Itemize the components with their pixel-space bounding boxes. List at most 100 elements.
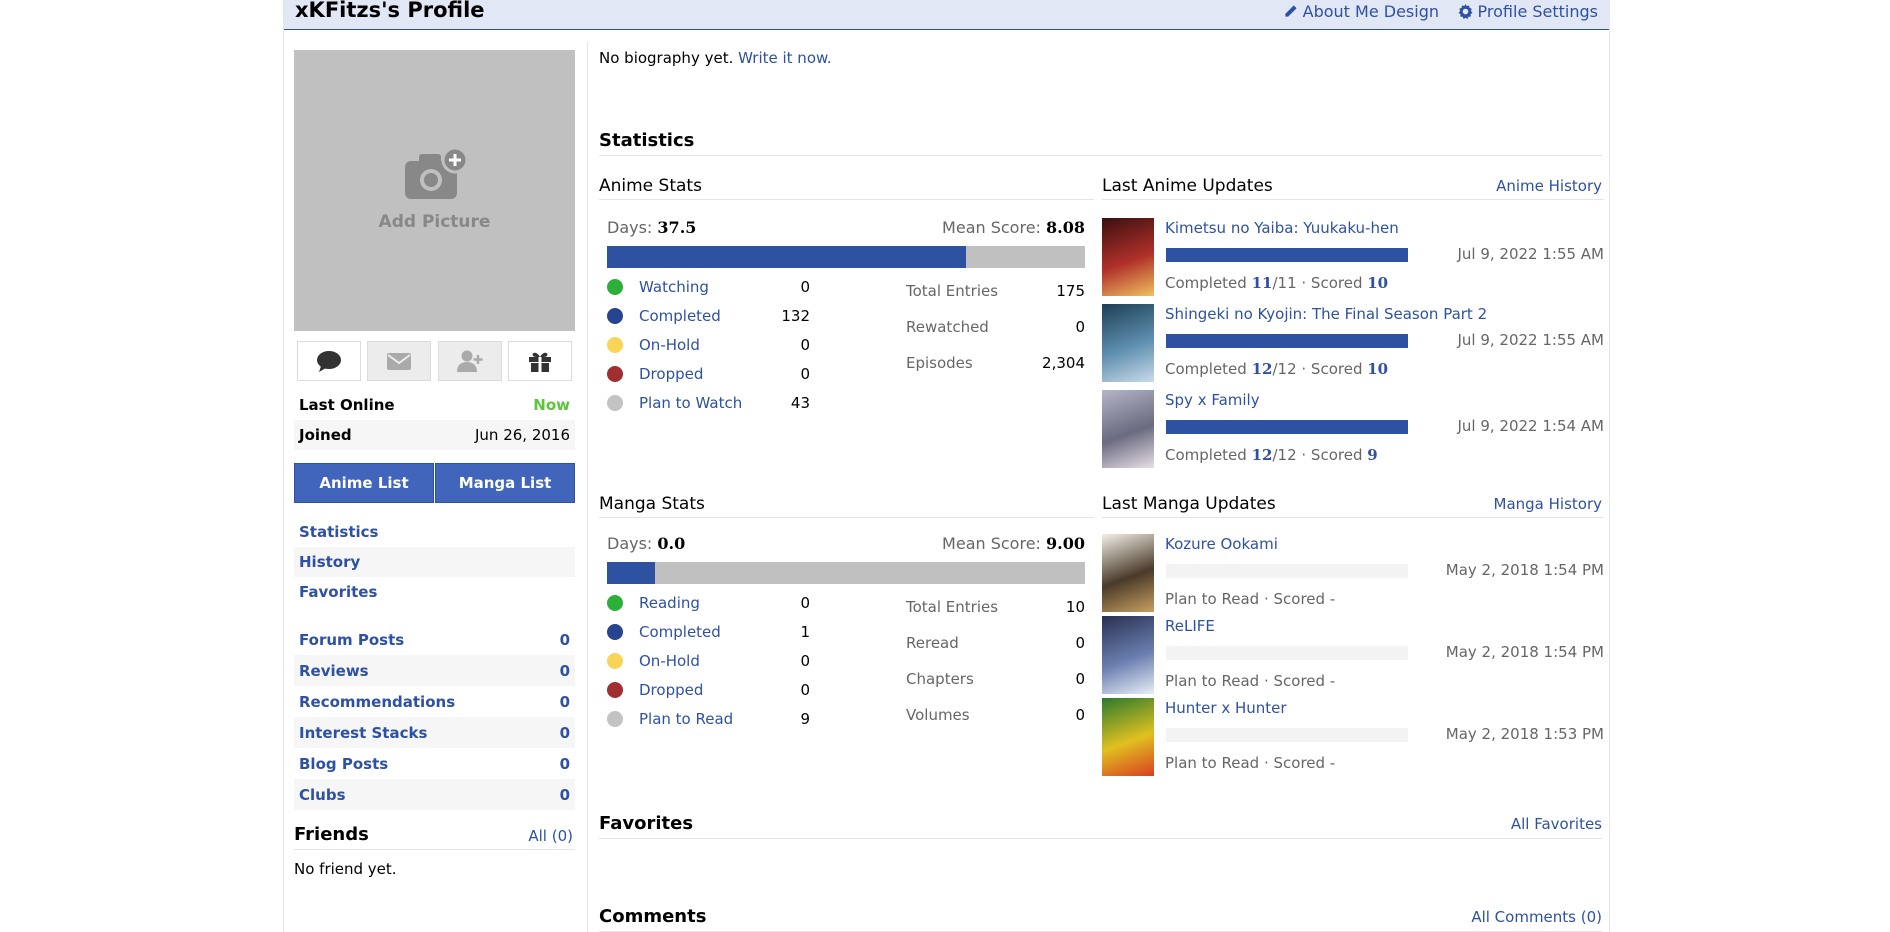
cover-thumbnail[interactable] [1102, 390, 1154, 468]
stat-link-dropped[interactable]: Dropped [607, 681, 703, 699]
add-friend-icon [456, 350, 483, 372]
update-progress-fill [1166, 248, 1408, 262]
update-status: Plan to Read · Scored - [1165, 754, 1336, 772]
update-title-link[interactable]: ReLIFE [1165, 617, 1215, 635]
write-bio-link[interactable]: Write it now. [738, 49, 832, 67]
pencil-icon [1284, 5, 1297, 17]
manga-update-item: Kozure Ookami May 2, 2018 1:54 PM Plan to … [1102, 534, 1604, 612]
update-progress-bar [1166, 564, 1408, 578]
update-progress-bar [1166, 334, 1408, 348]
update-status: Plan to Read · Scored - [1165, 672, 1336, 690]
cover-thumbnail[interactable] [1102, 304, 1154, 382]
add-picture-button[interactable]: Add Picture [294, 50, 575, 331]
cover-thumbnail[interactable] [1102, 698, 1154, 776]
friends-header: Friends All (0) [294, 824, 575, 845]
profile-actions [297, 341, 572, 381]
manga-history-link[interactable]: Manga History [1494, 495, 1603, 513]
stat-link-completed[interactable]: Completed [607, 623, 721, 641]
update-progress-fill [1166, 334, 1408, 348]
column-divider [587, 42, 588, 932]
all-comments-link[interactable]: All Comments (0) [1471, 908, 1602, 926]
update-progress-bar [1166, 646, 1408, 660]
update-date: Jul 9, 2022 1:55 AM [1457, 331, 1604, 349]
stat-link-plan-to-watch[interactable]: Plan to Watch [607, 394, 742, 412]
update-title-link[interactable]: Shingeki no Kyojin: The Final Season Par… [1165, 305, 1487, 323]
forum-posts-link[interactable]: Forum Posts 0 [294, 624, 575, 655]
online-status: Now [533, 396, 570, 414]
blog-posts-link[interactable]: Blog Posts 0 [294, 748, 575, 779]
update-title-link[interactable]: Spy x Family [1165, 391, 1260, 409]
about-me-design-link[interactable]: About Me Design [1283, 2, 1439, 21]
manga-completed-fill [607, 562, 655, 584]
stat-link-dropped[interactable]: Dropped [607, 365, 703, 383]
stat-link-on-hold[interactable]: On-Hold [607, 336, 700, 354]
total-row-reread: Reread 0 [906, 634, 1085, 652]
update-title-link[interactable]: Kimetsu no Yaiba: Yuukaku-hen [1165, 219, 1399, 237]
status-dot-icon [607, 336, 623, 353]
update-status: Completed 12/12 · Scored 10 [1165, 360, 1389, 378]
stat-link-completed[interactable]: Completed [607, 307, 721, 325]
comment-icon [317, 351, 341, 372]
clubs-link[interactable]: Clubs 0 [294, 779, 575, 810]
total-row-total-entries: Total Entries 175 [906, 282, 1085, 300]
gift-icon [528, 352, 551, 372]
profile-nav: Statistics History Favorites [294, 517, 575, 607]
nav-history[interactable]: History [294, 547, 575, 577]
stat-value: 0 [800, 593, 810, 612]
update-date: Jul 9, 2022 1:54 AM [1457, 417, 1604, 435]
status-dot-icon [607, 710, 623, 727]
last-online-row: Last Online Now [299, 396, 570, 414]
left-sidebar: Add Picture Last Online Now Joined Jun 2… [294, 50, 575, 888]
manga-update-item: Hunter x Hunter May 2, 2018 1:53 PM Plan t… [1102, 698, 1604, 776]
interest-stacks-link[interactable]: Interest Stacks 0 [294, 717, 575, 748]
nav-favorites[interactable]: Favorites [294, 577, 575, 607]
message-button[interactable] [367, 341, 432, 381]
biography: No biography yet. Write it now. [599, 49, 832, 67]
update-progress-bar [1166, 420, 1408, 434]
update-title-link[interactable]: Hunter x Hunter [1165, 699, 1287, 717]
manga-days: Days: 0.0 [607, 534, 686, 553]
update-date: May 2, 2018 1:54 PM [1445, 643, 1604, 661]
status-dot-icon [607, 394, 623, 411]
stat-row-completed: Completed 1 [607, 617, 810, 646]
stat-row-completed: Completed 132 [607, 301, 810, 330]
total-row-episodes: Episodes 2,304 [906, 354, 1085, 372]
manga-mean-score: Mean Score: 9.00 [942, 534, 1085, 553]
profile-header: xKFitzs's Profile About Me Design Profil… [284, 0, 1609, 30]
all-favorites-link[interactable]: All Favorites [1511, 815, 1602, 833]
cover-thumbnail[interactable] [1102, 218, 1154, 296]
profile-settings-link[interactable]: Profile Settings [1458, 2, 1598, 21]
joined-date: Jun 26, 2016 [474, 426, 570, 444]
total-row-rewatched: Rewatched 0 [906, 318, 1085, 336]
last-anime-updates-heading: Last Anime Updates Anime History [1102, 176, 1604, 200]
stat-row-reading: Reading 0 [607, 588, 810, 617]
stat-value: 43 [790, 393, 810, 412]
stat-link-on-hold[interactable]: On-Hold [607, 652, 700, 670]
anime-days: Days: 37.5 [607, 218, 697, 237]
anime-history-link[interactable]: Anime History [1496, 177, 1602, 195]
stat-link-plan-to-read[interactable]: Plan to Read [607, 710, 733, 728]
manga-list-button[interactable]: Manga List [435, 463, 575, 503]
all-friends-link[interactable]: All (0) [528, 827, 573, 845]
stat-link-watching[interactable]: Watching [607, 278, 709, 296]
cover-thumbnail[interactable] [1102, 616, 1154, 694]
update-progress-fill [1166, 420, 1408, 434]
anime-stats: Days: 37.5 Mean Score: 8.08 Watching 0 Com… [607, 218, 1085, 412]
anime-list-button[interactable]: Anime List [294, 463, 434, 503]
anime-update-item: Shingeki no Kyojin: The Final Season Par… [1102, 304, 1604, 382]
status-dot-icon [607, 278, 623, 295]
stat-row-dropped: Dropped 0 [607, 359, 810, 388]
status-dot-icon [607, 652, 623, 669]
gift-button[interactable] [507, 341, 572, 381]
comment-button[interactable] [297, 341, 361, 381]
nav-statistics[interactable]: Statistics [294, 517, 575, 547]
anime-stats-heading: Anime Stats [599, 176, 1094, 200]
add-friend-button[interactable] [437, 341, 502, 381]
reviews-link[interactable]: Reviews 0 [294, 655, 575, 686]
stat-link-reading[interactable]: Reading [607, 594, 700, 612]
recommendations-link[interactable]: Recommendations 0 [294, 686, 575, 717]
update-date: May 2, 2018 1:54 PM [1445, 561, 1604, 579]
update-title-link[interactable]: Kozure Ookami [1165, 535, 1278, 553]
profile-container: xKFitzs's Profile About Me Design Profil… [283, 0, 1610, 932]
cover-thumbnail[interactable] [1102, 534, 1154, 612]
